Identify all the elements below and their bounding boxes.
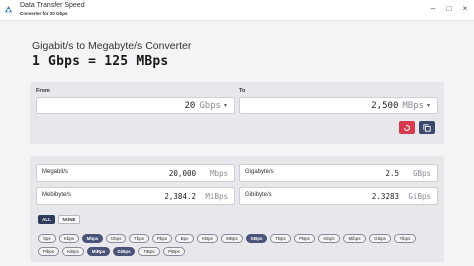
copy-button[interactable] [419,121,435,134]
swap-icon [404,123,410,131]
result-cell: Gigabyte/s 2.5 GBps [239,164,438,182]
unit-chip[interactable]: TiBps [138,247,160,256]
result-label: Gigabyte/s [245,169,274,175]
unit-chip[interactable]: Bps [175,234,194,243]
unit-chip[interactable]: TBps [270,234,291,243]
unit-chip[interactable]: Gbps [106,234,126,243]
unit-chip[interactable]: KiBps [62,247,84,256]
result-unit: GBps [412,169,431,178]
unit-chip[interactable]: Mibps [343,234,366,243]
to-unit-select[interactable]: MBps [402,101,424,111]
unit-chip[interactable]: PBps [294,234,315,243]
unit-chip[interactable]: Tibps [394,234,416,243]
app-title: Data Transfer Speed [20,2,85,9]
converter-card: From To 20 Gbps ▼ 2,500 MBps ▼ [30,82,444,144]
result-cell: Mebibyte/s 2,384.2 MiBps [36,187,235,205]
result-unit: MiBps [205,192,228,201]
unit-chip[interactable]: Kibps [318,234,340,243]
app-subtitle: Converter for 20 Gbps [20,11,68,16]
unit-chip[interactable]: Pbps [152,234,172,243]
result-cell: Gibibyte/s 2.3283 GiBps [239,187,438,205]
chevron-down-icon[interactable]: ▼ [426,103,431,109]
to-value[interactable]: 2,500 [371,101,398,111]
close-icon[interactable]: × [458,2,472,14]
unit-chip[interactable]: Kbps [59,234,79,243]
unit-chip[interactable]: GiBps [113,247,135,256]
title-bar: Data Transfer Speed Converter for 20 Gbp… [0,0,474,20]
unit-chip[interactable]: MiBps [87,247,110,256]
to-label: To [239,88,246,94]
result-label: Mebibyte/s [42,192,72,198]
select-none-button[interactable]: NONE [58,215,80,224]
from-input[interactable]: 20 Gbps ▼ [36,97,235,114]
result-unit: Mbps [209,169,228,178]
minimize-icon[interactable]: – [426,2,440,14]
app-icon [4,5,13,13]
unit-chip[interactable]: Gibps [369,234,391,243]
conversion-result: 1 Gbps = 125 MBps [32,54,169,69]
select-all-button[interactable]: ALL [38,215,55,224]
maximize-icon[interactable]: □ [442,2,456,14]
result-unit: GiBps [408,192,431,201]
page-heading: Gigabit/s to Megabyte/s Converter [32,40,192,52]
unit-chip[interactable]: PiBps [163,247,185,256]
result-label: Gibibyte/s [245,192,272,198]
unit-chip[interactable]: Mbps [82,234,103,243]
copy-icon [423,123,431,132]
chevron-down-icon[interactable]: ▼ [223,103,228,109]
unit-chip[interactable]: Pibps [38,247,59,256]
result-value: 20,000 [168,169,196,178]
result-value: 2,384.2 [164,192,196,201]
result-value: 2.3283 [371,192,399,201]
result-label: Megabit/s [42,169,69,175]
from-unit-select[interactable]: Gbps [199,101,221,111]
result-cell: Megabit/s 20,000 Mbps [36,164,235,182]
from-value[interactable]: 20 [185,101,196,111]
unit-chip[interactable]: bps [38,234,56,243]
results-card: Megabit/s 20,000 Mbps Gigabyte/s 2.5 GBp… [30,156,444,262]
unit-chip[interactable]: KBps [197,234,218,243]
title-divider [0,20,474,21]
from-label: From [36,88,50,94]
swap-button[interactable] [399,121,415,134]
unit-chip[interactable]: MBps [221,234,243,243]
unit-chip[interactable]: Tbps [129,234,149,243]
to-input[interactable]: 2,500 MBps ▼ [239,97,438,114]
result-value: 2.5 [385,169,399,178]
unit-chip[interactable]: GBps [246,234,267,243]
